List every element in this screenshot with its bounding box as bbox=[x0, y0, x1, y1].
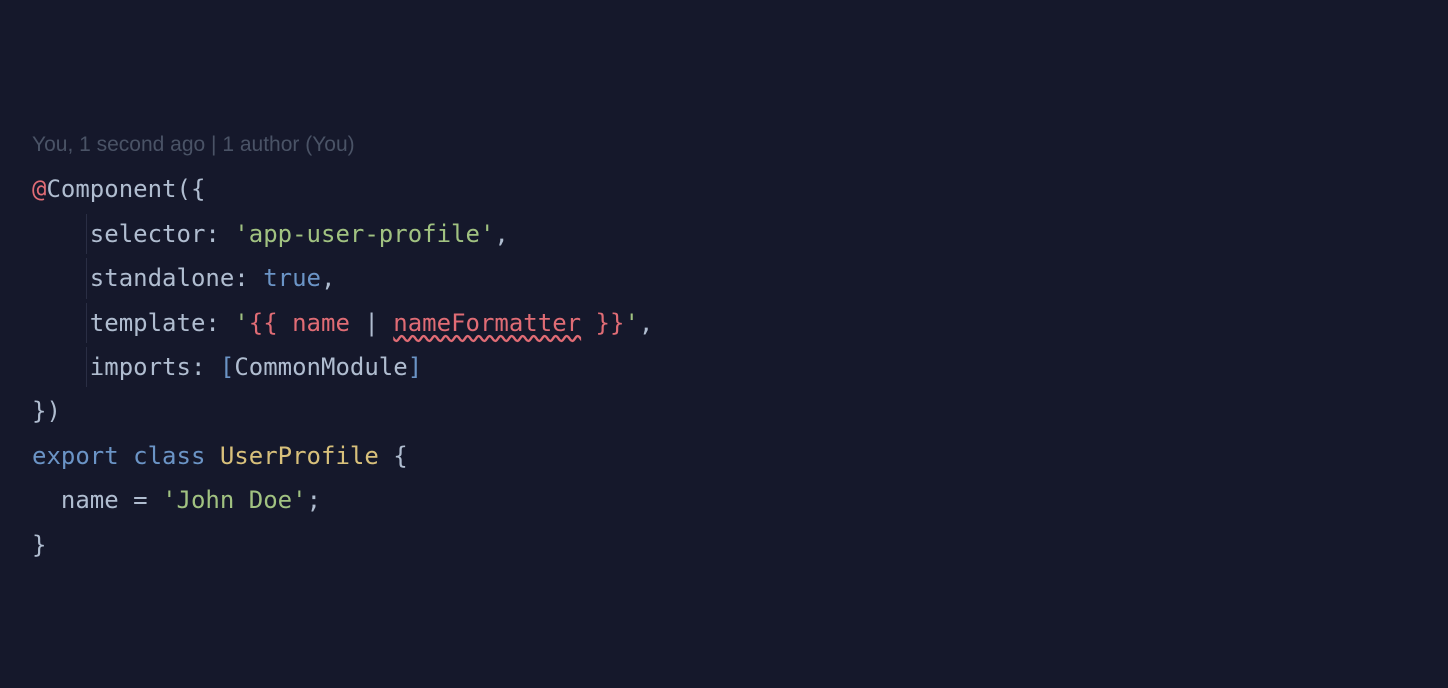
git-codelens[interactable]: You, 1 second ago | 1 author (You) bbox=[32, 130, 1448, 159]
code-line-6[interactable]: }) bbox=[32, 389, 1448, 433]
indent bbox=[32, 353, 90, 381]
field-name: name bbox=[61, 486, 119, 514]
brace-close: } bbox=[32, 531, 46, 559]
indent bbox=[32, 309, 90, 337]
quote-close: ' bbox=[292, 486, 306, 514]
selector-value: app-user-profile bbox=[249, 220, 480, 248]
code-line-7[interactable]: export class UserProfile { bbox=[32, 434, 1448, 478]
space bbox=[379, 442, 393, 470]
quote-close: ' bbox=[624, 309, 638, 337]
colon: : bbox=[205, 220, 234, 248]
brace-open: { bbox=[393, 442, 407, 470]
code-line-9[interactable]: } bbox=[32, 523, 1448, 567]
class-keyword: class bbox=[133, 442, 205, 470]
template-var-name: name bbox=[292, 309, 350, 337]
quote-open: ' bbox=[234, 309, 248, 337]
colon: : bbox=[205, 309, 234, 337]
close-brace-paren: }) bbox=[32, 397, 61, 425]
import-commonmodule: CommonModule bbox=[234, 353, 407, 381]
comma: , bbox=[321, 264, 335, 292]
space bbox=[119, 442, 133, 470]
interp-open: {{ bbox=[249, 309, 292, 337]
prop-standalone-key: standalone bbox=[90, 264, 235, 292]
decorator-at: @ bbox=[32, 175, 46, 203]
prop-imports-key: imports bbox=[90, 353, 191, 381]
pipe-nameformatter-error[interactable]: nameFormatter bbox=[393, 309, 581, 337]
quote-close: ' bbox=[480, 220, 494, 248]
indent bbox=[32, 264, 90, 292]
pipe-operator: | bbox=[350, 309, 393, 337]
code-line-4[interactable]: template: '{{ name | nameFormatter }}', bbox=[32, 301, 1448, 345]
space bbox=[205, 442, 219, 470]
code-line-8[interactable]: name = 'John Doe'; bbox=[32, 478, 1448, 522]
semicolon: ; bbox=[307, 486, 321, 514]
colon: : bbox=[191, 353, 220, 381]
export-keyword: export bbox=[32, 442, 119, 470]
colon: : bbox=[234, 264, 263, 292]
decorator-name: Component bbox=[46, 175, 176, 203]
open-paren-brace: ({ bbox=[177, 175, 206, 203]
prop-template-key: template bbox=[90, 309, 206, 337]
equals: = bbox=[119, 486, 162, 514]
comma: , bbox=[494, 220, 508, 248]
true-keyword: true bbox=[263, 264, 321, 292]
indent bbox=[32, 220, 90, 248]
quote-open: ' bbox=[162, 486, 176, 514]
code-line-1[interactable]: @Component({ bbox=[32, 167, 1448, 211]
code-line-5[interactable]: imports: [CommonModule] bbox=[32, 345, 1448, 389]
class-name: UserProfile bbox=[220, 442, 379, 470]
comma: , bbox=[639, 309, 653, 337]
code-line-2[interactable]: selector: 'app-user-profile', bbox=[32, 212, 1448, 256]
string-value: John Doe bbox=[177, 486, 293, 514]
bracket-close: ] bbox=[408, 353, 422, 381]
prop-selector-key: selector bbox=[90, 220, 206, 248]
code-line-3[interactable]: standalone: true, bbox=[32, 256, 1448, 300]
indent bbox=[32, 486, 61, 514]
interp-close: }} bbox=[581, 309, 624, 337]
bracket-open: [ bbox=[220, 353, 234, 381]
quote-open: ' bbox=[234, 220, 248, 248]
